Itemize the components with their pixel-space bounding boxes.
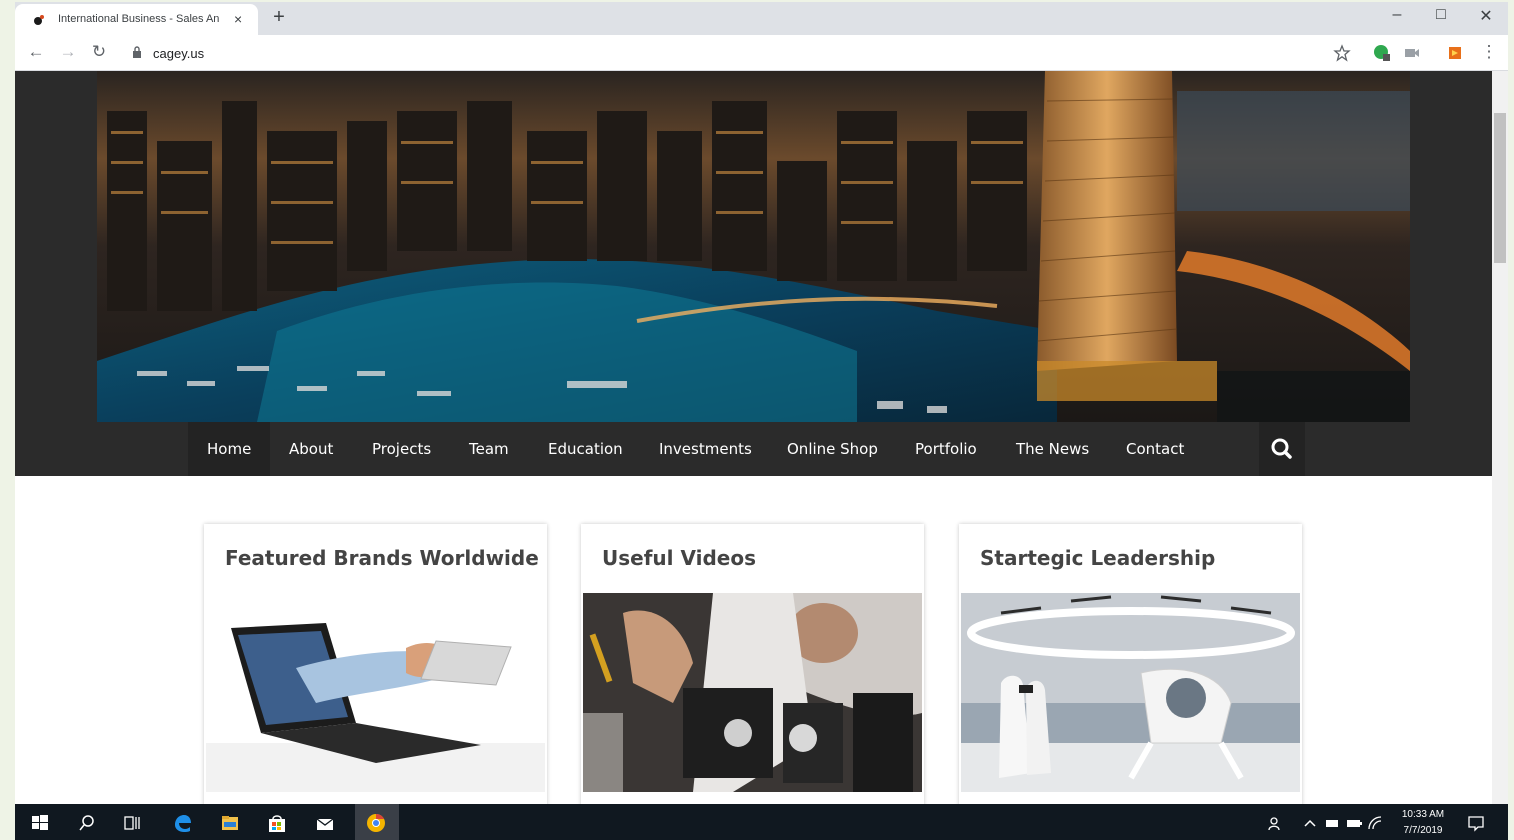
task-view-icon[interactable] <box>121 812 143 834</box>
lock-icon <box>133 46 141 58</box>
windows-start-icon[interactable] <box>29 812 51 834</box>
laptop-hand-card-image <box>206 593 545 792</box>
chrome-browser-icon[interactable] <box>365 812 387 834</box>
chevron-up-icon[interactable] <box>1299 812 1321 834</box>
back-arrow-icon[interactable]: ← <box>25 42 47 62</box>
clock-date[interactable]: 7/7/2019 <box>1393 825 1453 836</box>
card-strategic-leadership[interactable]: Startegic Leadership <box>959 524 1302 804</box>
main-navigation: Home About Projects Team Education Inves… <box>15 422 1492 476</box>
drone-taxi-image <box>961 593 1300 792</box>
close-window-button[interactable]: ✕ <box>1472 6 1500 26</box>
reload-icon[interactable]: ↻ <box>88 42 110 62</box>
extension-green-icon[interactable] <box>1373 44 1391 62</box>
network-drive-icon[interactable] <box>1321 812 1343 834</box>
clock-time[interactable]: 10:33 AM <box>1393 809 1453 820</box>
store-icon[interactable] <box>266 812 288 834</box>
web-page: Home About Projects Team Education Inves… <box>15 71 1492 804</box>
nav-team[interactable]: Team <box>450 422 528 476</box>
nav-about[interactable]: About <box>270 422 352 476</box>
card-featured-brands[interactable]: Featured Brands Worldwide <box>204 524 547 804</box>
extension-orange-icon[interactable] <box>1446 44 1464 62</box>
windows-taskbar: 10:33 AM 7/7/2019 <box>15 804 1508 840</box>
nav-online-shop[interactable]: Online Shop <box>768 422 897 476</box>
hero-band <box>15 71 1492 422</box>
city-skyline-hero-image <box>97 71 1410 422</box>
nav-investments[interactable]: Investments <box>640 422 771 476</box>
action-center-icon[interactable] <box>1465 812 1487 834</box>
card-title: Startegic Leadership <box>980 546 1216 570</box>
forward-arrow-icon[interactable]: → <box>57 42 79 62</box>
new-tab-button[interactable]: + <box>269 6 289 30</box>
browser-menu-icon[interactable]: ⋮ <box>1478 42 1500 62</box>
file-explorer-icon[interactable] <box>219 812 241 834</box>
browser-tab[interactable]: International Business - Sales An × <box>15 4 258 35</box>
card-title: Useful Videos <box>602 546 756 570</box>
page-scrollbar[interactable] <box>1492 71 1508 804</box>
battery-icon[interactable] <box>1343 812 1365 834</box>
edge-browser-icon[interactable] <box>171 812 193 834</box>
search-icon[interactable] <box>76 812 98 834</box>
wifi-icon[interactable] <box>1365 812 1387 834</box>
search-button[interactable] <box>1259 422 1305 476</box>
mail-icon[interactable] <box>314 812 336 834</box>
tab-title: International Business - Sales An <box>58 13 220 25</box>
nav-contact[interactable]: Contact <box>1107 422 1203 476</box>
tab-close-icon[interactable]: × <box>234 11 242 27</box>
card-useful-videos[interactable]: Useful Videos <box>581 524 924 804</box>
people-icon[interactable] <box>1265 812 1287 834</box>
site-favicon-icon <box>34 15 44 25</box>
minimize-button[interactable]: – <box>1383 6 1411 24</box>
maximize-button[interactable]: □ <box>1427 6 1455 24</box>
nav-projects[interactable]: Projects <box>353 422 450 476</box>
browser-tab-strip: International Business - Sales An × + – … <box>15 2 1508 35</box>
nav-portfolio[interactable]: Portfolio <box>896 422 996 476</box>
bookmark-star-icon[interactable] <box>1333 44 1351 62</box>
url-text: cagey.us <box>153 46 205 61</box>
browser-toolbar: ← → ↻ cagey.us ⋮ <box>15 35 1508 71</box>
lab-optics-image <box>583 593 922 792</box>
nav-home[interactable]: Home <box>188 422 271 476</box>
nav-education[interactable]: Education <box>529 422 642 476</box>
nav-the-news[interactable]: The News <box>997 422 1108 476</box>
scrollbar-thumb[interactable] <box>1494 113 1506 263</box>
search-icon <box>1271 438 1292 459</box>
card-title: Featured Brands Worldwide <box>225 546 539 570</box>
camera-extension-icon[interactable] <box>1403 44 1421 62</box>
screen: International Business - Sales An × + – … <box>0 0 1514 840</box>
address-bar[interactable]: cagey.us <box>118 40 1358 66</box>
